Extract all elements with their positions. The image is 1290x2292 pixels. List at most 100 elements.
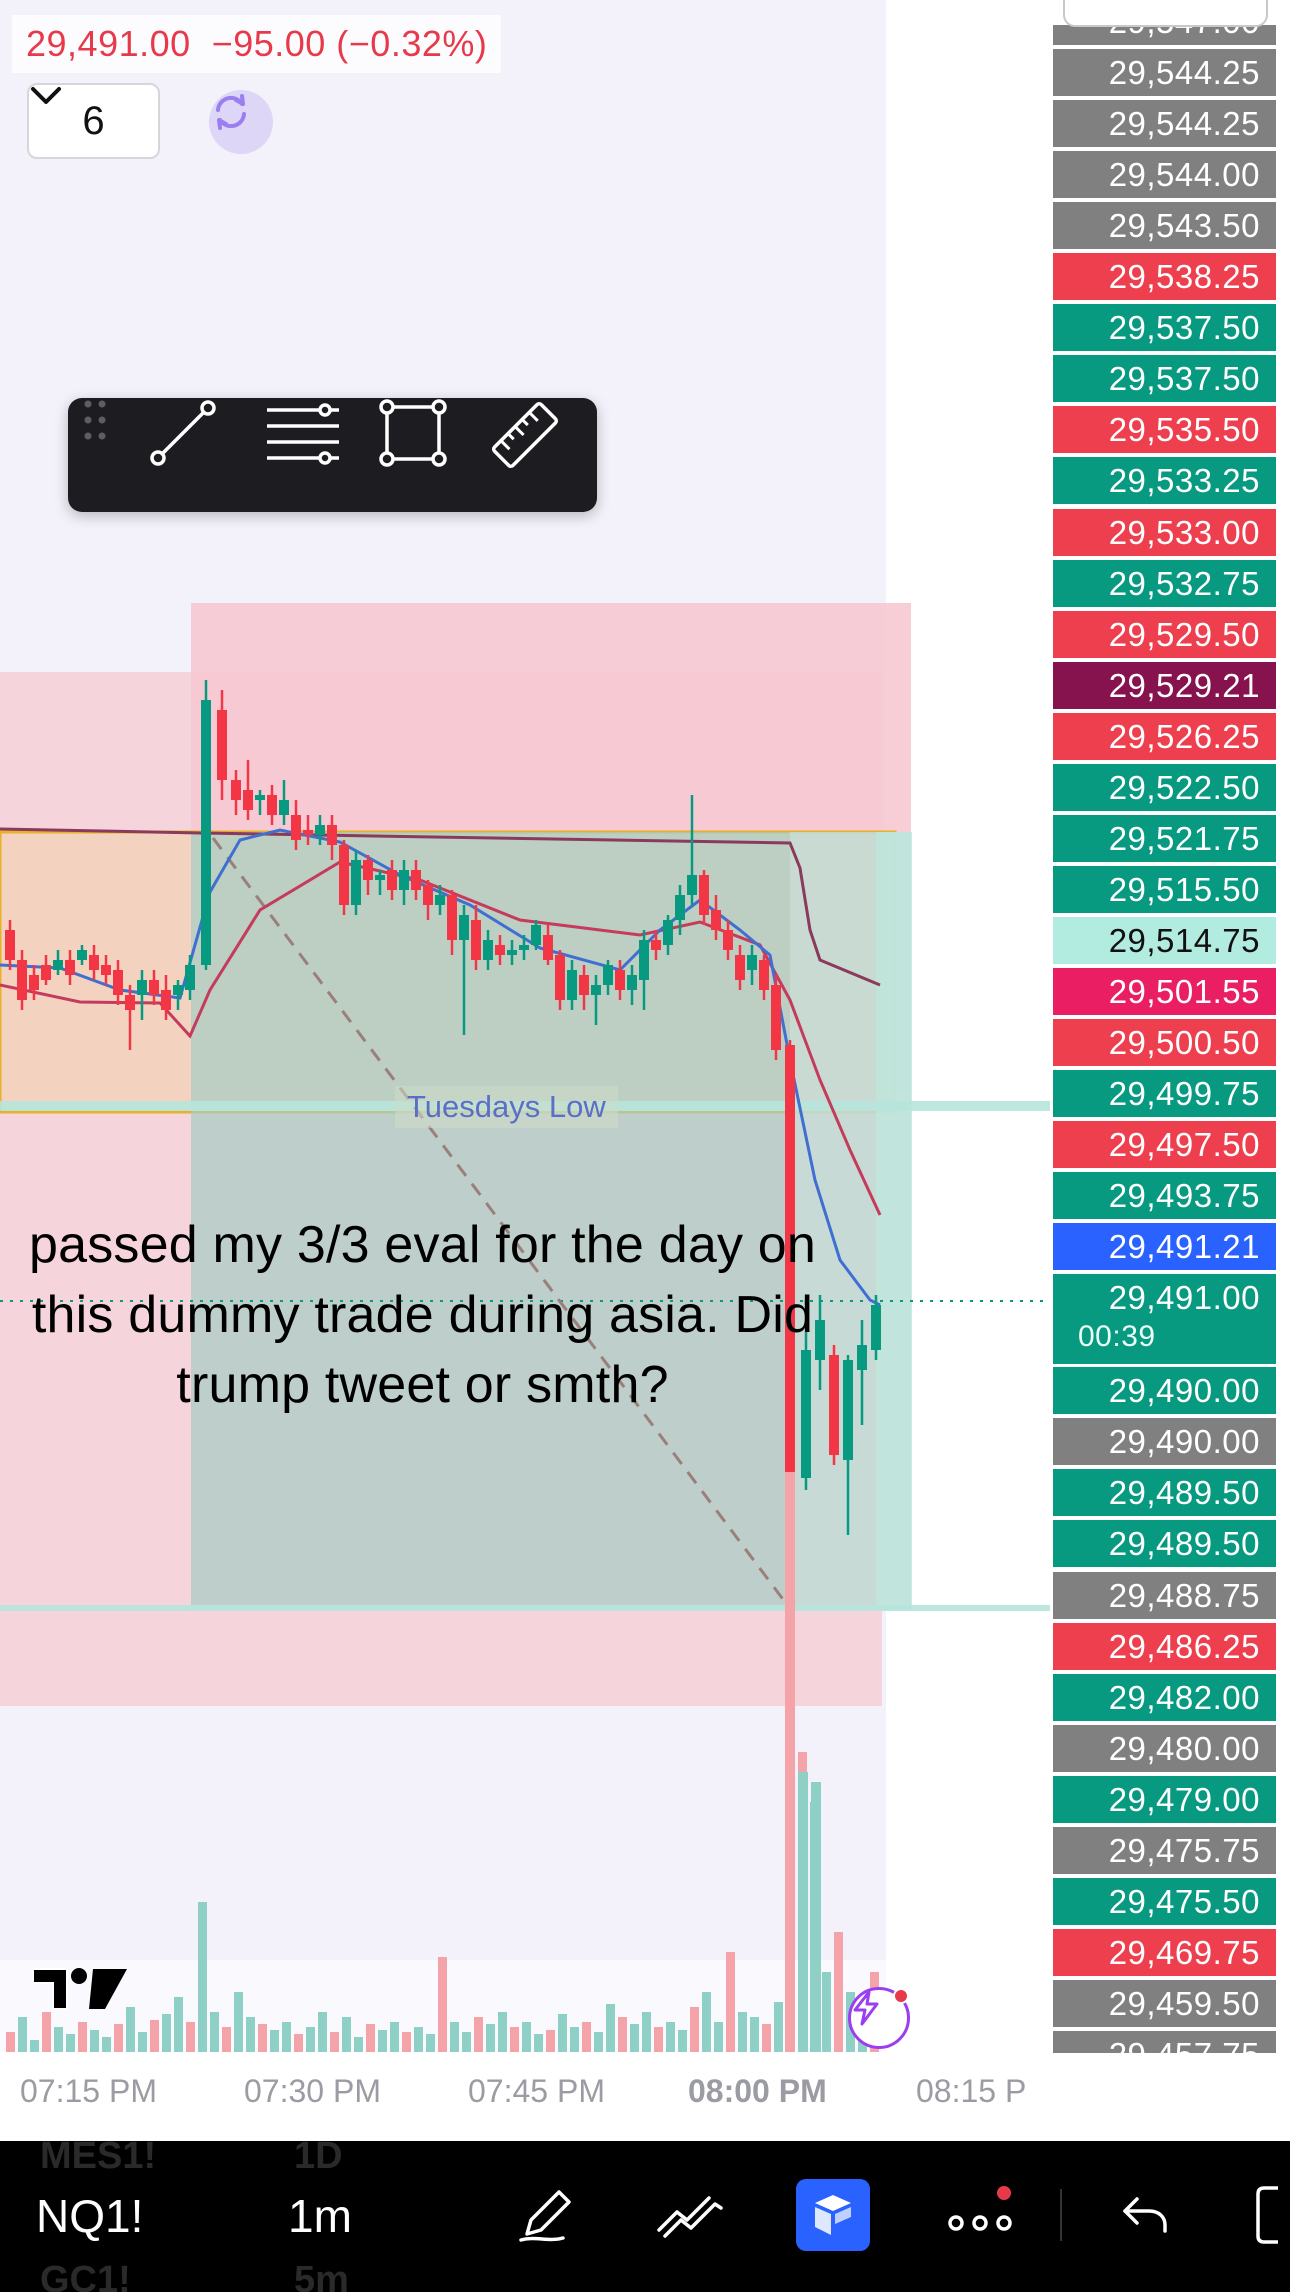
candle-body xyxy=(675,895,685,920)
news-flash-button[interactable] xyxy=(848,1987,910,2049)
candle-body xyxy=(387,870,397,890)
candle-body xyxy=(651,940,661,950)
candle-body xyxy=(363,860,373,880)
candle-body xyxy=(591,985,601,995)
rectangle-icon[interactable] xyxy=(378,398,478,512)
time-label-2: 07:45 PM xyxy=(468,2073,605,2109)
volume-bar xyxy=(594,2032,603,2052)
more-icon[interactable] xyxy=(940,2179,1020,2251)
chevron-down-icon xyxy=(31,87,61,104)
volume-bar xyxy=(798,1772,808,2052)
price-label-text: 29,537.50 xyxy=(1108,309,1260,347)
ghost-symbol-above: MES1! xyxy=(40,2141,157,2177)
candle-body xyxy=(173,985,183,995)
volume-bar xyxy=(426,2034,435,2052)
price-label-text: 29,514.75 xyxy=(1108,921,1260,959)
collapse-panel-button[interactable]: 6 xyxy=(27,83,160,159)
pen-icon[interactable] xyxy=(510,2179,582,2251)
price-label-text: 29,538.25 xyxy=(1108,258,1260,296)
candle-body xyxy=(201,700,211,965)
volume-bar xyxy=(702,1992,711,2052)
interval-selector[interactable]: 1m xyxy=(288,2189,352,2243)
volume-bar xyxy=(558,2014,567,2052)
trade-icon[interactable] xyxy=(796,2179,870,2251)
time-axis[interactable]: 07:15 PM 07:30 PM 07:45 PM 08:00 PM 08:1… xyxy=(0,2053,1290,2141)
fullscreen-icon[interactable] xyxy=(1256,2179,1290,2251)
candle-body xyxy=(149,980,159,995)
price-label: 29,529.21 xyxy=(1053,661,1276,709)
horizontal-lines-icon[interactable] xyxy=(263,398,363,512)
refresh-icon xyxy=(216,94,246,130)
price-label: 29,499.75 xyxy=(1053,1070,1276,1118)
tuesdays-low-label[interactable]: Tuesdays Low xyxy=(395,1086,618,1128)
price-label-text: 29,491.21 xyxy=(1108,1228,1260,1266)
chart-pane[interactable]: 29,491.00 −95.00 (−0.32%) 6 Tuesdays Low… xyxy=(0,0,1050,2052)
volume-bar xyxy=(354,2037,363,2052)
notification-dot xyxy=(893,1988,909,2004)
candle-body xyxy=(17,960,27,1000)
price-label-text: 29,475.50 xyxy=(1108,1882,1260,1920)
candle-body xyxy=(843,1360,853,1460)
price-label: 29,537.50 xyxy=(1053,304,1276,352)
volume-bar xyxy=(18,2017,27,2052)
price-label-text: 29,500.50 xyxy=(1108,1024,1260,1061)
volume-bar xyxy=(762,2024,771,2052)
volume-bar xyxy=(390,2022,399,2052)
candle-body xyxy=(303,830,313,835)
drawing-toolbar xyxy=(68,398,597,512)
candle-body xyxy=(579,975,589,995)
candle-body xyxy=(711,910,721,930)
candle-body xyxy=(77,950,87,960)
price-label-text: 29,490.00 xyxy=(1108,1423,1260,1461)
volume-bar xyxy=(570,2027,579,2052)
volume-bar xyxy=(174,1997,183,2052)
price-label-text: 29,521.75 xyxy=(1108,819,1260,857)
volume-bar xyxy=(246,2017,255,2052)
volume-bar xyxy=(690,2007,699,2052)
candle-body xyxy=(137,980,147,995)
price-label: 29,533.00 xyxy=(1053,508,1276,556)
candle-body xyxy=(483,940,493,960)
volume-bar xyxy=(198,1902,207,2052)
refresh-button[interactable] xyxy=(209,90,273,154)
price-label: 29,543.50 xyxy=(1053,202,1276,250)
candle-body xyxy=(471,920,481,960)
price-label: 29,526.25 xyxy=(1053,712,1276,760)
volume-bar xyxy=(642,2012,651,2052)
volume-bar xyxy=(785,1472,795,2052)
volume-bar xyxy=(66,2034,75,2052)
indicators-icon[interactable] xyxy=(652,2179,728,2251)
price-label-text: 29,535.50 xyxy=(1108,411,1260,449)
quote-change: −95.00 (−0.32%) xyxy=(211,23,488,64)
volume-bar xyxy=(294,2034,303,2052)
candle-body xyxy=(255,795,265,800)
time-label-0: 07:15 PM xyxy=(20,2073,157,2109)
chart-canvas[interactable] xyxy=(0,0,1050,2052)
drag-handle-icon[interactable] xyxy=(82,398,132,512)
volume-bar xyxy=(738,2012,747,2052)
volume-bar xyxy=(54,2027,63,2052)
candle-body xyxy=(351,860,361,905)
undo-icon[interactable] xyxy=(1112,2179,1178,2251)
price-label: 29,514.75 xyxy=(1053,916,1276,964)
symbol-selector[interactable]: NQ1! xyxy=(36,2189,143,2243)
ruler-icon[interactable] xyxy=(488,398,588,512)
price-label-text: 29,526.25 xyxy=(1108,717,1260,755)
volume-bar xyxy=(606,2004,615,2052)
price-label-text: 29,493.75 xyxy=(1108,1177,1260,1215)
trend-line-icon[interactable] xyxy=(148,398,248,512)
price-scale[interactable]: 29,547.00 29,544.25 29,544.25 29,544.00 29,5… xyxy=(1053,25,1276,2053)
candle-body xyxy=(615,970,625,990)
candle-body xyxy=(101,965,111,975)
price-label-text: 29,488.75 xyxy=(1108,1576,1260,1614)
candle-body xyxy=(459,915,469,940)
price-label: 29,491.21 xyxy=(1053,1223,1276,1271)
price-label: 29,482.00 xyxy=(1053,1673,1276,1721)
candle-body xyxy=(723,930,733,950)
volume-bar xyxy=(822,1972,831,2052)
price-label: 29,469.75 xyxy=(1053,1928,1276,1976)
candle-body xyxy=(555,955,565,1000)
candle-body xyxy=(871,1305,881,1350)
price-label: 29,537.50 xyxy=(1053,355,1276,403)
price-label-text: 29,475.75 xyxy=(1108,1831,1260,1869)
